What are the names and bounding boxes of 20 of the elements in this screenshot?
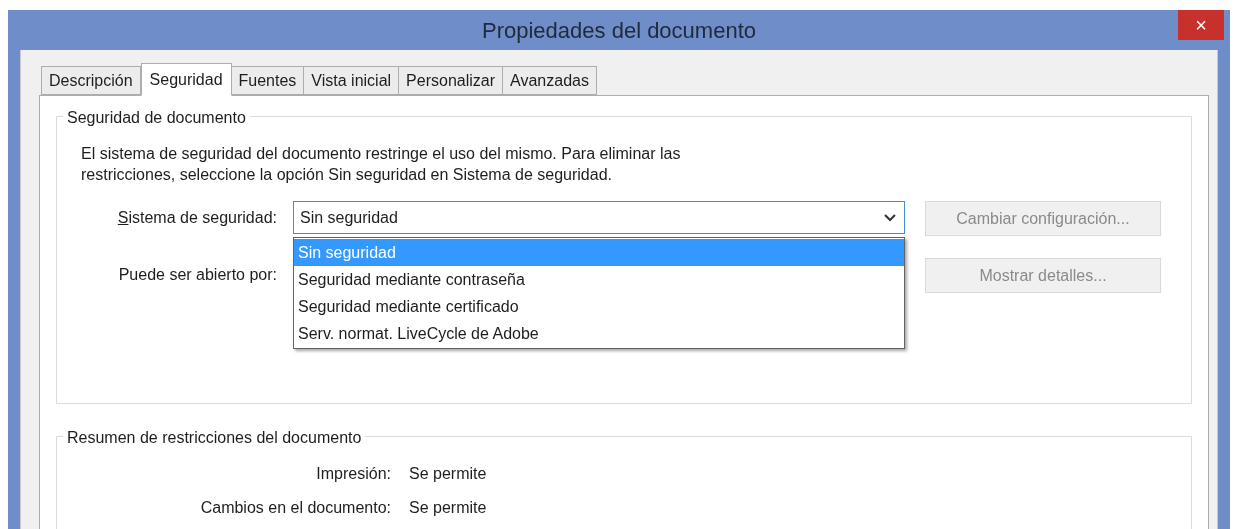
- dropdown-option[interactable]: Seguridad mediante certificado: [294, 293, 904, 320]
- dropdown-option[interactable]: Serv. normat. LiveCycle de Adobe: [294, 320, 904, 347]
- dropdown-option[interactable]: Seguridad mediante contraseña: [294, 266, 904, 293]
- dropdown[interactable]: Sin seguridad: [293, 201, 905, 234]
- restriction-value: Se permite: [409, 464, 487, 484]
- tab[interactable]: Descripción: [41, 66, 141, 95]
- field-label: Sistema de seguridad:: [117, 208, 277, 228]
- tab[interactable]: Avanzadas: [502, 66, 597, 95]
- restriction-label: Impresión:: [315, 464, 392, 484]
- tab[interactable]: Personalizar: [398, 66, 504, 95]
- description-text: El sistema de seguridad del documento restringe el uso del mismo. Para eliminar las restricciones, seleccione la opción Sin seguridad en Sistema de seguridad.: [81, 144, 682, 185]
- tab[interactable]: Seguridad: [140, 63, 232, 96]
- close-button[interactable]: ×: [1178, 10, 1224, 40]
- field-label: Puede ser abierto por:: [118, 265, 277, 285]
- tab[interactable]: Vista inicial: [303, 66, 400, 95]
- tab[interactable]: Fuentes: [230, 66, 305, 95]
- chevron-down-icon: [884, 213, 896, 222]
- restriction-label: Cambios en el documento:: [199, 498, 392, 518]
- restriction-value: Se permite: [409, 498, 487, 518]
- window-title: Propiedades del documento: [482, 16, 756, 45]
